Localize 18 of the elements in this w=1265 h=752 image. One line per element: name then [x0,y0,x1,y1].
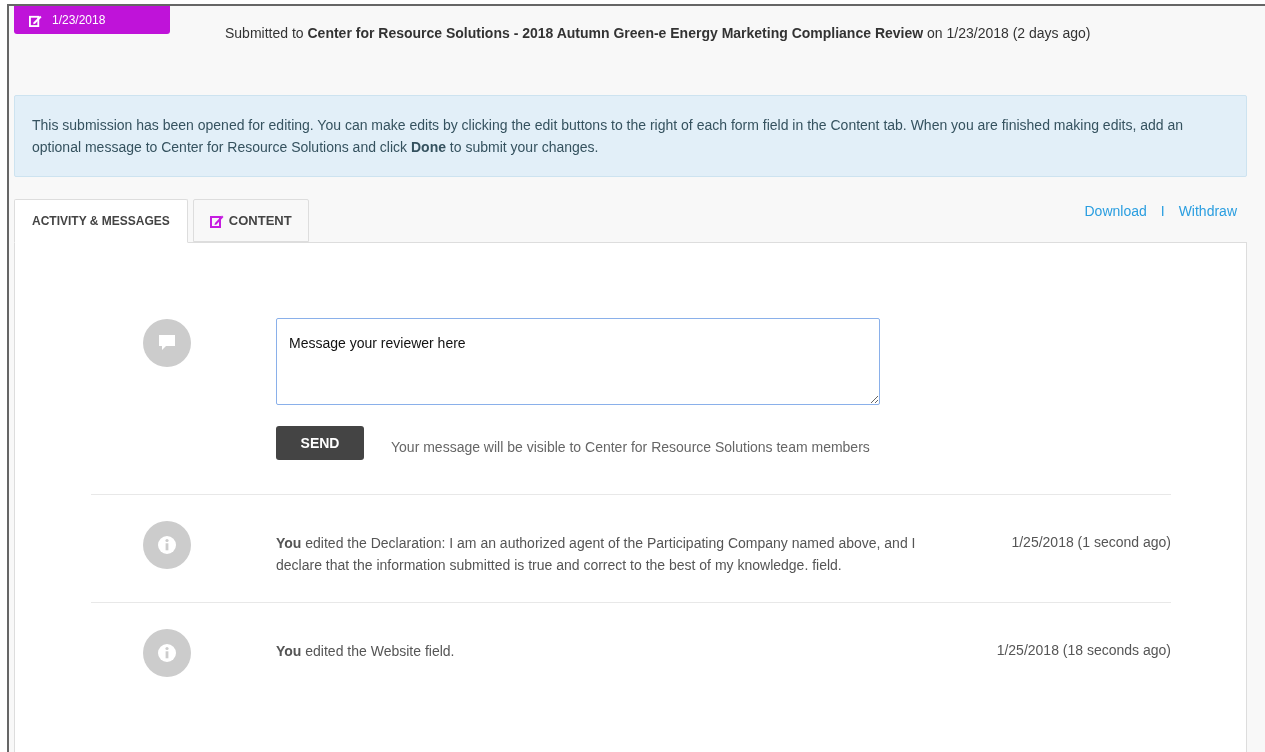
info-icon [143,521,191,569]
editing-notice: This submission has been opened for editing. You can make edits by clicking the edit buttons to the right of each form field in the Content tab. When you are finished making edits, add an optional message to Center for Resource Solutions and click Done to submit your changes. [14,95,1247,177]
tab[interactable]: ACTIVITY & MESSAGES [14,199,188,243]
send-button[interactable]: SEND [276,426,364,460]
message-field[interactable]: Message your reviewer here [276,318,880,405]
activity-time: 1/25/2018 (1 second ago) [1011,533,1171,552]
link-separator: I [1160,202,1165,221]
edit-icon [209,213,224,228]
activity-time: 1/25/2018 (18 seconds ago) [996,641,1171,660]
submission-summary: Submitted to Center for Resource Solutions - 2018 Autumn Green-e Energy Marketing Compliance Review on 1/23/2018 (2 days ago) [225,24,1091,43]
edit-icon [29,13,42,27]
activity-text: You edited the Website field. [276,642,456,661]
message-icon [143,319,191,367]
badge-date: 1/23/2018 [52,12,106,29]
tab[interactable]: CONTENT [192,199,309,242]
activity-text: You edited the Declaration: I am an authorized agent of the Participating Company named above, and I declare that the information submitted is true and correct to the best of my knowledge. field. [276,534,916,575]
info-icon [143,629,191,677]
visibility-note: Your message will be visible to Center for Resource Solutions team members [391,437,870,457]
